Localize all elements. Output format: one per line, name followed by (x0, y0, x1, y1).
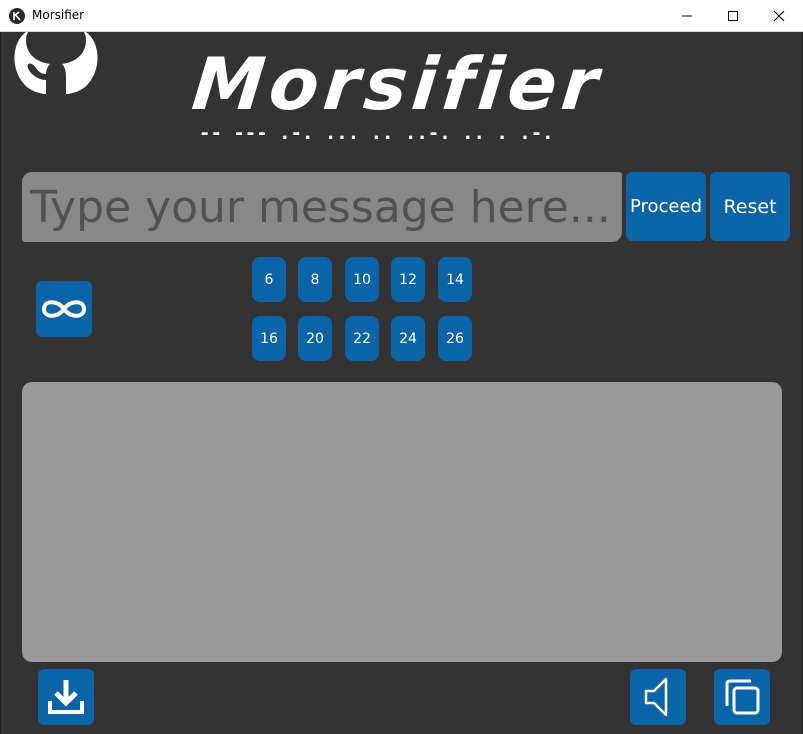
download-icon (48, 680, 84, 714)
maximize-button[interactable] (710, 0, 756, 31)
window-title: Morsifier (32, 8, 85, 22)
close-icon (773, 10, 785, 21)
close-button[interactable] (756, 0, 802, 31)
download-button[interactable] (38, 669, 94, 725)
play-sound-button[interactable] (630, 669, 686, 725)
message-input[interactable] (22, 172, 622, 242)
size-option-button[interactable]: 14 (438, 257, 472, 302)
size-option-button[interactable]: 10 (345, 257, 379, 302)
size-option-button[interactable]: 12 (391, 257, 425, 302)
size-option-button[interactable]: 22 (345, 316, 379, 361)
github-icon[interactable] (6, 28, 106, 103)
size-option-button[interactable]: 20 (298, 316, 332, 361)
copy-button[interactable] (714, 669, 770, 725)
proceed-button[interactable]: Proceed (626, 172, 706, 241)
maximize-icon (728, 10, 738, 21)
app-icon (9, 8, 25, 24)
morse-output-area[interactable] (22, 382, 782, 662)
size-option-button[interactable]: 16 (252, 316, 286, 361)
size-option-button[interactable]: 26 (438, 316, 472, 361)
size-option-button[interactable]: 8 (298, 257, 332, 302)
app-logo-text: Morsifier (188, 42, 607, 126)
infinity-icon (41, 300, 87, 318)
speaker-icon (644, 677, 668, 717)
logo-morse-text: -- --- .-. ... .. ..-. .. . .-. (199, 122, 554, 144)
minimize-button[interactable] (664, 0, 710, 31)
size-option-button[interactable]: 24 (391, 316, 425, 361)
loop-button[interactable] (36, 281, 92, 337)
size-option-button[interactable]: 6 (252, 257, 286, 302)
window-titlebar: Morsifier (0, 0, 803, 32)
reset-button[interactable]: Reset (710, 172, 790, 241)
copy-icon (725, 679, 760, 715)
window-border-left (0, 32, 1, 734)
minimize-icon (682, 15, 692, 16)
